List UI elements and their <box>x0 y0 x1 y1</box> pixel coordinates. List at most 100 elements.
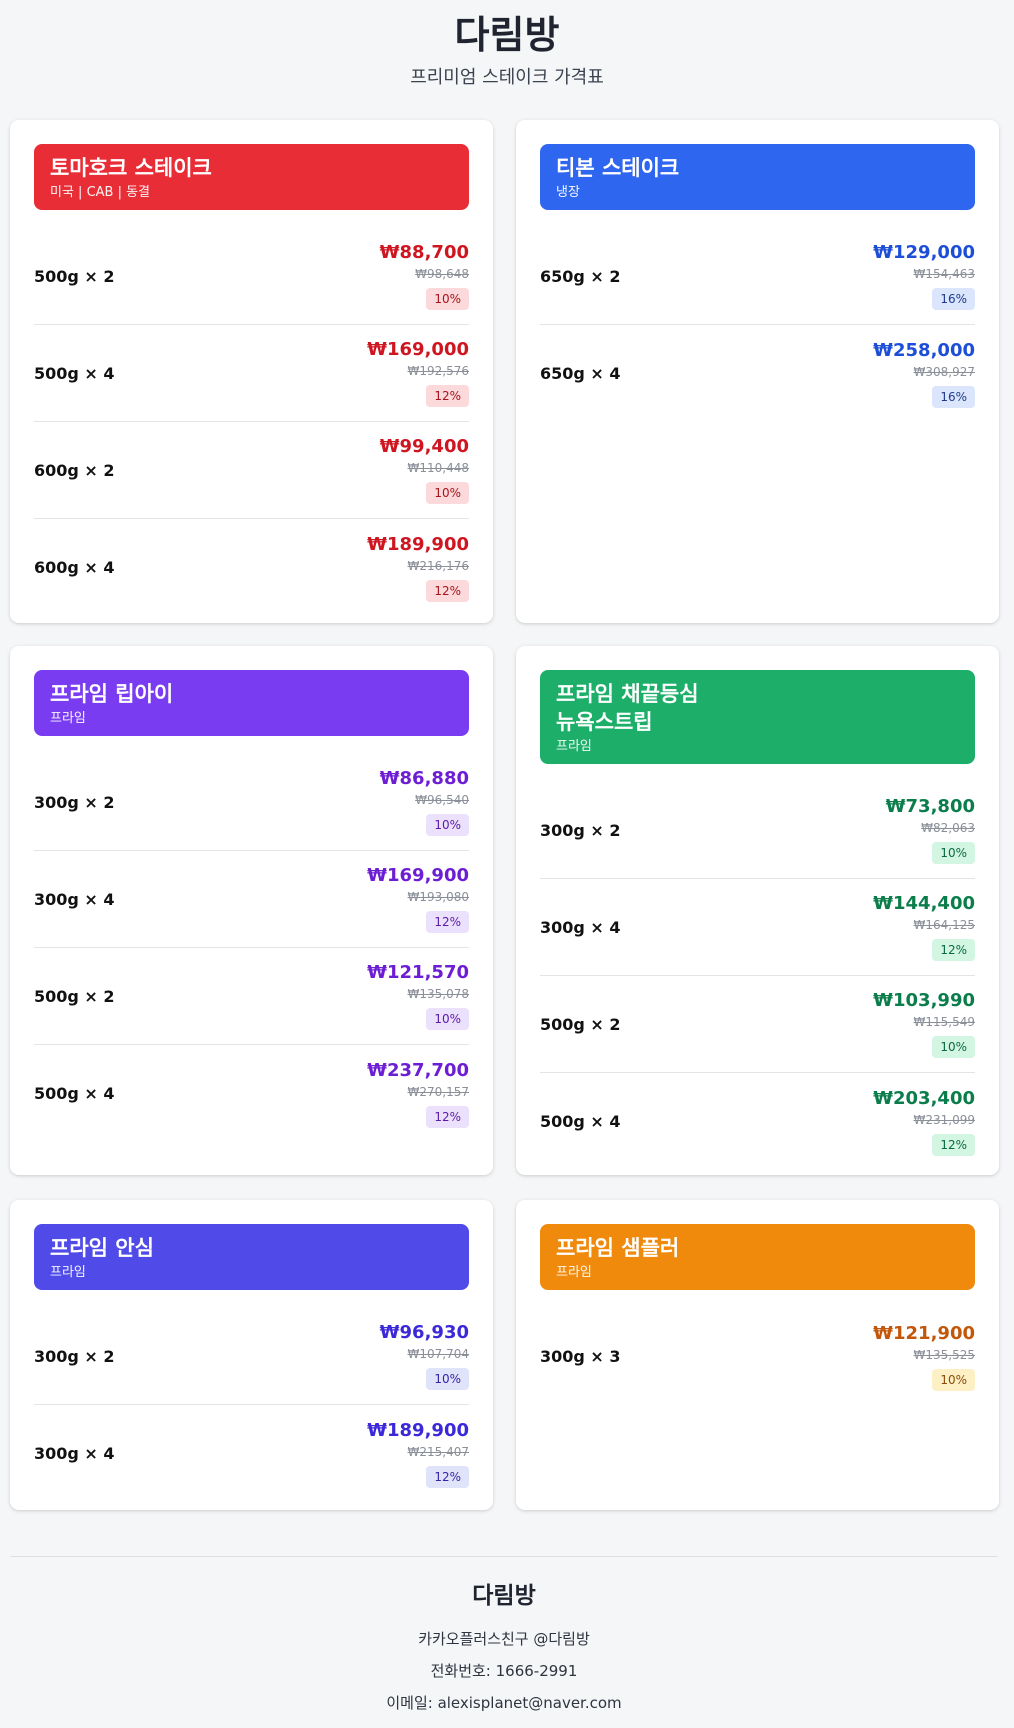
price-row: 600g × 2 ₩99,400 ₩110,448 10% <box>34 422 469 519</box>
option-label: 300g × 4 <box>34 1444 115 1463</box>
price-row: 300g × 4 ₩169,900 ₩193,080 12% <box>34 851 469 948</box>
page-header: 다림방 프리미엄 스테이크 가격표 <box>0 0 1014 110</box>
price-rows: 300g × 2 ₩86,880 ₩96,540 10% 300g × 4 ₩1… <box>34 754 469 1142</box>
card-title: 프라임 샘플러 <box>556 1236 680 1260</box>
footer-title: 다림방 <box>472 1583 536 1609</box>
price-block: ₩73,800 ₩82,063 10% <box>886 796 975 864</box>
price-row: 500g × 2 ₩88,700 ₩98,648 10% <box>34 228 469 325</box>
original-price: ₩82,063 <box>921 821 975 835</box>
sale-price: ₩144,400 <box>873 893 975 914</box>
original-price: ₩308,927 <box>913 364 976 379</box>
sale-price: ₩73,800 <box>885 796 975 817</box>
product-card-tbone: 티본 스테이크 냉장 650g × 2 ₩129,000 ₩154,463 16… <box>516 120 999 623</box>
option-label: 300g × 2 <box>34 792 115 812</box>
option-label: 300g × 2 <box>540 820 621 840</box>
price-row: 600g × 4 ₩189,900 ₩216,176 12% <box>34 519 469 616</box>
discount-badge: 12% <box>932 1133 975 1156</box>
discount-badge: 12% <box>426 385 469 407</box>
discount-badge: 10% <box>426 482 469 504</box>
price-row: 300g × 3 ₩121,900 ₩135,525 10% <box>540 1308 975 1405</box>
discount-badge: 12% <box>426 1105 469 1128</box>
sale-price: ₩99,400 <box>379 436 469 457</box>
page-subtitle: 프리미엄 스테이크 가격표 <box>410 67 604 88</box>
price-block: ₩121,570 ₩135,078 10% <box>367 962 469 1030</box>
card-header: 프라임 샘플러 프라임 <box>540 1224 975 1290</box>
product-card-striploin: 프라임 채끝등심 뉴욕스트립 프라임 300g × 2 ₩73,800 ₩82,… <box>516 646 999 1175</box>
option-label: 300g × 2 <box>34 1346 115 1366</box>
discount-badge: 10% <box>932 1036 975 1058</box>
sale-price: ₩103,990 <box>873 990 975 1011</box>
footer-phone: 전화번호: 1666-2991 <box>430 1662 578 1680</box>
footer-kakao: 카카오플러스친구 @다림방 <box>418 1630 590 1648</box>
card-title-second-line: 뉴욕스트립 <box>556 710 653 734</box>
price-row: 300g × 4 ₩144,400 ₩164,125 12% <box>540 879 975 976</box>
sale-price: ₩86,880 <box>379 768 469 789</box>
original-price: ₩215,407 <box>407 1444 470 1459</box>
original-price: ₩231,099 <box>913 1112 976 1127</box>
price-row: 300g × 2 ₩96,930 ₩107,704 10% <box>34 1308 469 1405</box>
original-price: ₩164,125 <box>913 918 976 932</box>
sale-price: ₩121,900 <box>873 1322 975 1344</box>
price-block: ₩96,930 ₩107,704 10% <box>380 1322 469 1390</box>
option-label: 600g × 2 <box>34 460 115 480</box>
original-price: ₩154,463 <box>913 267 976 281</box>
price-rows: 300g × 2 ₩73,800 ₩82,063 10% 300g × 4 ₩1… <box>540 782 975 1170</box>
price-row: 500g × 2 ₩103,990 ₩115,549 10% <box>540 976 975 1073</box>
price-rows: 300g × 2 ₩96,930 ₩107,704 10% 300g × 4 ₩… <box>34 1308 469 1502</box>
price-block: ₩121,900 ₩135,525 10% <box>873 1323 975 1391</box>
discount-badge: 10% <box>932 842 975 864</box>
original-price: ₩192,576 <box>407 364 470 378</box>
card-subtitle: 프라임 <box>556 1265 592 1280</box>
card-header: 티본 스테이크 냉장 <box>540 144 975 210</box>
original-price: ₩193,080 <box>407 890 470 904</box>
original-price: ₩135,078 <box>407 987 470 1001</box>
original-price: ₩107,704 <box>407 1347 470 1361</box>
price-rows: 500g × 2 ₩88,700 ₩98,648 10% 500g × 4 ₩1… <box>34 228 469 616</box>
product-card-tomahawk: 토마호크 스테이크 미국 | CAB | 동결 500g × 2 ₩88,700… <box>10 120 493 623</box>
original-price: ₩216,176 <box>407 558 470 573</box>
discount-badge: 10% <box>426 288 469 310</box>
discount-badge: 10% <box>426 1368 469 1390</box>
sale-price: ₩203,400 <box>873 1087 975 1109</box>
original-price: ₩110,448 <box>407 461 470 475</box>
price-row: 500g × 4 ₩169,000 ₩192,576 12% <box>34 325 469 422</box>
price-row: 500g × 4 ₩203,400 ₩231,099 12% <box>540 1073 975 1170</box>
option-label: 300g × 4 <box>540 917 621 937</box>
product-card-sampler: 프라임 샘플러 프라임 300g × 3 ₩121,900 ₩135,525 1… <box>516 1200 999 1510</box>
discount-badge: 10% <box>932 1368 975 1391</box>
discount-badge: 16% <box>932 288 975 310</box>
price-block: ₩189,900 ₩215,407 12% <box>367 1420 469 1488</box>
sale-price: ₩169,900 <box>367 865 469 886</box>
card-subtitle: 냉장 <box>556 185 580 200</box>
price-row: 500g × 2 ₩121,570 ₩135,078 10% <box>34 948 469 1045</box>
original-price: ₩135,525 <box>913 1347 976 1362</box>
price-block: ₩129,000 ₩154,463 16% <box>873 242 975 310</box>
discount-badge: 12% <box>426 1465 469 1488</box>
price-rows: 650g × 2 ₩129,000 ₩154,463 16% 650g × 4 … <box>540 228 975 422</box>
sale-price: ₩129,000 <box>873 242 975 263</box>
option-label: 500g × 4 <box>540 1112 621 1131</box>
price-block: ₩169,900 ₩193,080 12% <box>367 865 469 933</box>
sale-price: ₩96,930 <box>379 1322 469 1343</box>
card-subtitle: 프라임 <box>50 711 86 726</box>
option-label: 500g × 2 <box>540 1014 621 1034</box>
price-block: ₩189,900 ₩216,176 12% <box>367 534 469 602</box>
option-label: 300g × 4 <box>34 889 115 909</box>
sale-price: ₩258,000 <box>873 339 975 361</box>
original-price: ₩98,648 <box>415 267 469 281</box>
discount-badge: 10% <box>426 814 469 836</box>
original-price: ₩96,540 <box>415 793 469 807</box>
sale-price: ₩88,700 <box>379 242 469 263</box>
product-card-tenderloin: 프라임 안심 프라임 300g × 2 ₩96,930 ₩107,704 10%… <box>10 1200 493 1510</box>
page-footer: 다림방 카카오플러스친구 @다림방 전화번호: 1666-2991 이메일: a… <box>10 1556 998 1713</box>
sale-price: ₩169,000 <box>367 339 469 360</box>
option-label: 500g × 2 <box>34 986 115 1006</box>
original-price: ₩115,549 <box>913 1015 976 1029</box>
page-title: 다림방 <box>454 13 560 57</box>
card-title: 티본 스테이크 <box>556 156 680 180</box>
discount-badge: 10% <box>426 1008 469 1030</box>
card-title: 토마호크 스테이크 <box>50 156 212 180</box>
sale-price: ₩189,900 <box>367 1419 469 1441</box>
price-row: 300g × 4 ₩189,900 ₩215,407 12% <box>34 1405 469 1502</box>
price-block: ₩258,000 ₩308,927 16% <box>873 340 975 408</box>
